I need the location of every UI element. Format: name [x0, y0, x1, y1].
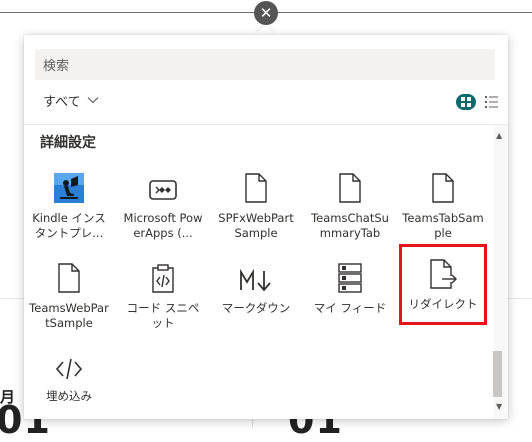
- list-view-icon[interactable]: [483, 94, 499, 110]
- tile-label: TeamsChatSummaryTab: [311, 211, 389, 240]
- search-placeholder: 検索: [43, 59, 70, 74]
- document-icon: [431, 167, 455, 203]
- tile-label: SPFxWebPartSample: [218, 211, 294, 240]
- tile-spfx[interactable]: SPFxWebPartSample: [215, 161, 297, 247]
- tile-redirect[interactable]: リダイレクト: [399, 244, 487, 325]
- tile-label: 埋め込み: [46, 389, 92, 403]
- tile-powerapps[interactable]: Microsoft PowerApps (...: [122, 161, 204, 247]
- kindle-icon: [54, 167, 84, 203]
- close-glyph: ✕: [259, 3, 273, 22]
- powerapps-icon: [148, 167, 178, 203]
- tile-label: マークダウン: [221, 301, 291, 315]
- tile-embed[interactable]: 埋め込み: [28, 339, 110, 419]
- tile-label: リダイレクト: [408, 297, 478, 311]
- category-filter-dropdown[interactable]: すべて: [43, 91, 99, 110]
- filter-label: すべて: [43, 95, 81, 110]
- tile-label: コード スニペット: [126, 301, 200, 330]
- document-icon: [57, 257, 81, 293]
- tile-kindle[interactable]: Kindle インスタントプレ...: [28, 161, 110, 247]
- tile-teams-chat[interactable]: TeamsChatSummaryTab: [309, 161, 391, 247]
- embed-icon: [54, 345, 84, 381]
- tile-label: TeamsTabSample: [402, 211, 484, 240]
- grid-view-icon[interactable]: [456, 94, 476, 110]
- tile-teams-webpart[interactable]: TeamsWebPartSample: [28, 251, 110, 337]
- my-feed-icon: [337, 257, 363, 293]
- search-input[interactable]: 検索: [35, 49, 495, 80]
- scrollbar-thumb[interactable]: [493, 351, 502, 397]
- tile-label: マイ フィード: [313, 301, 387, 315]
- chevron-down-icon: [87, 94, 99, 107]
- tile-label: Kindle インスタントプレ...: [32, 211, 106, 240]
- scroll-down-arrow-icon[interactable]: ▼: [496, 402, 502, 411]
- tile-label: TeamsWebPartSample: [29, 301, 109, 330]
- document-icon: [244, 167, 268, 203]
- tile-teams-tab[interactable]: TeamsTabSample: [402, 161, 484, 247]
- tile-markdown[interactable]: マークダウン: [215, 251, 297, 337]
- code-snippet-icon: [149, 257, 177, 293]
- scroll-up-arrow-icon[interactable]: ▲: [496, 131, 502, 140]
- redirect-icon: [428, 253, 458, 289]
- tile-label: Microsoft PowerApps (...: [123, 211, 203, 240]
- close-icon[interactable]: ✕: [254, 1, 278, 25]
- tile-my-feed[interactable]: マイ フィード: [309, 251, 391, 337]
- toolbox-panel: 検索 すべて 詳細設定 Kindle インスタントプレ... Microsoft…: [24, 35, 508, 419]
- toolbox-content: 詳細設定 Kindle インスタントプレ... Microsoft PowerA…: [24, 125, 494, 419]
- document-icon: [338, 167, 362, 203]
- markdown-icon: [239, 257, 273, 293]
- tile-code-snippet[interactable]: コード スニペット: [122, 251, 204, 337]
- section-title: 詳細設定: [40, 135, 96, 151]
